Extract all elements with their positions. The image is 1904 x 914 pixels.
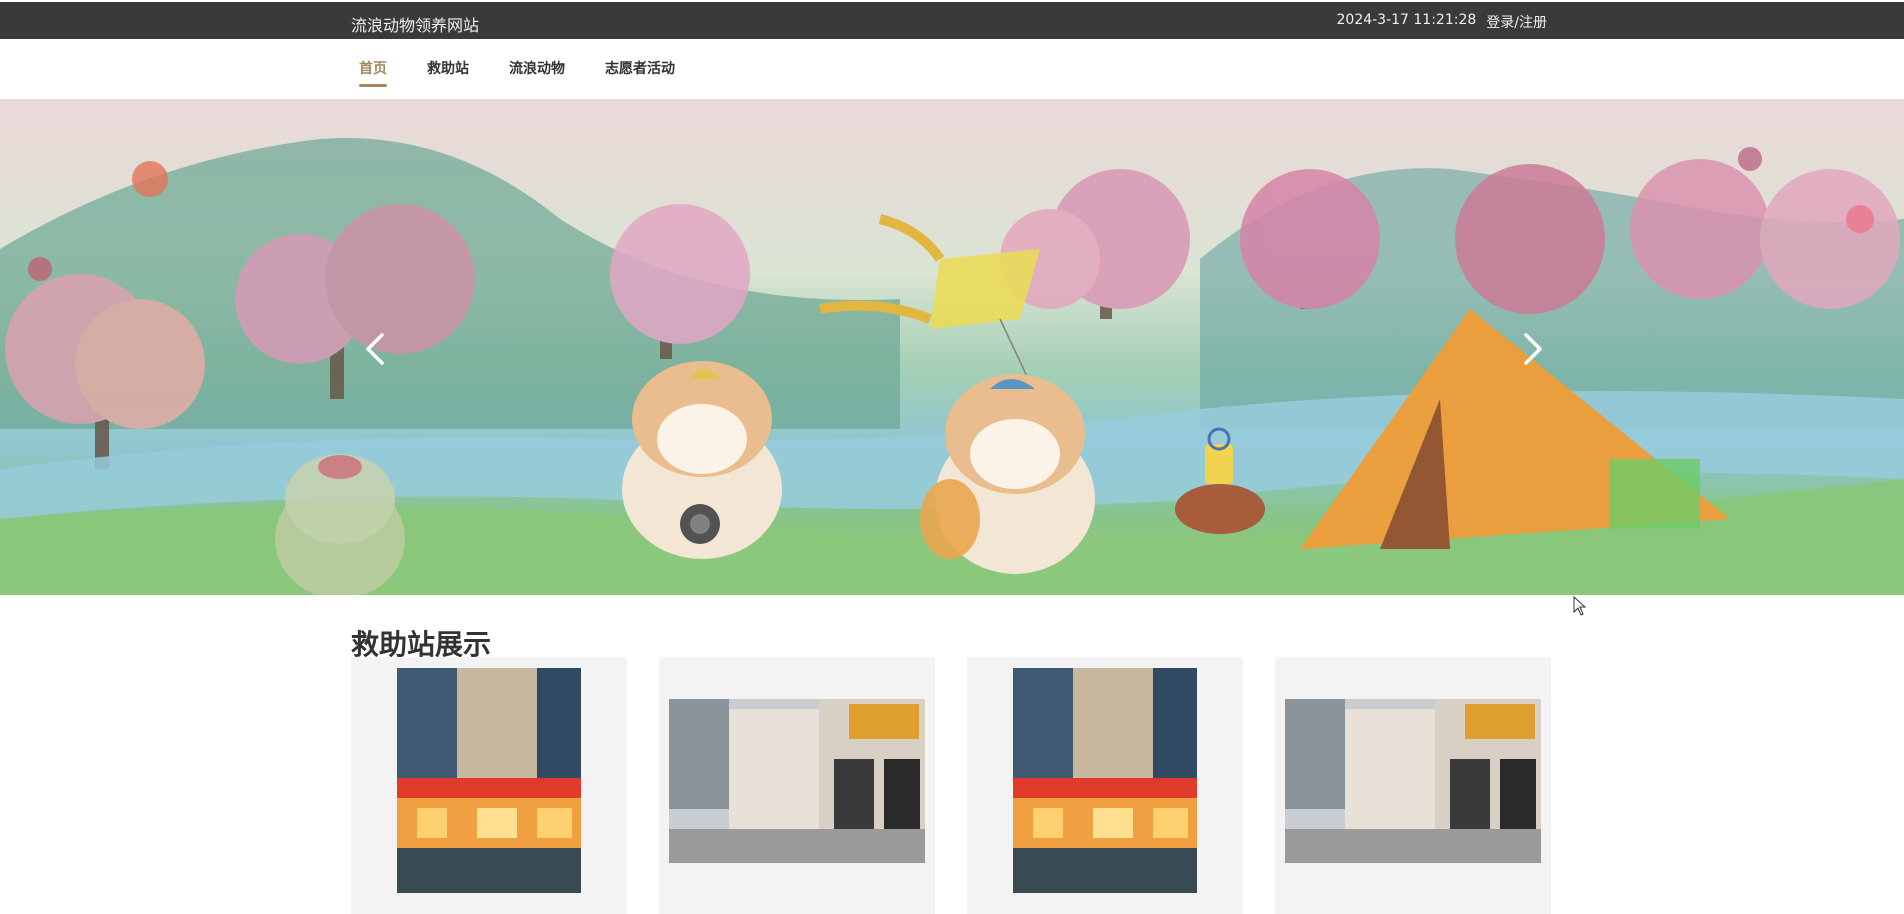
chevron-right-icon [1524,333,1542,365]
top-bar-right: 2024-3-17 11:21:28 登录/注册 [1337,12,1548,32]
page-root: 流浪动物领养网站 2024-3-17 11:21:28 登录/注册 首页 救助站… [0,0,1904,914]
nav-item-stray-animals[interactable]: 流浪动物 [509,58,565,88]
login-register-link[interactable]: 登录/注册 [1486,12,1547,32]
chevron-left-icon [366,333,384,365]
nav-items: 首页 救助站 流浪动物 志愿者活动 [359,58,675,88]
carousel-next-button[interactable] [1512,329,1552,369]
station-photo [1013,668,1197,893]
nav-item-home[interactable]: 首页 [359,58,387,88]
station-photo [669,699,925,863]
banner-illustration [0,99,1904,595]
datetime-text: 2024-3-17 11:21:28 [1336,12,1477,28]
station-card[interactable] [351,657,627,914]
station-card[interactable] [1275,657,1551,914]
station-photo [1285,699,1541,863]
banner-carousel[interactable] [0,99,1904,595]
station-photo [397,668,581,893]
station-card[interactable] [659,657,935,914]
nav-item-rescue-station[interactable]: 救助站 [427,58,469,88]
nav-item-volunteer-activities[interactable]: 志愿者活动 [605,58,675,88]
top-bar: 流浪动物领养网站 2024-3-17 11:21:28 登录/注册 [0,2,1904,39]
station-card[interactable] [967,657,1243,914]
main-nav: 首页 救助站 流浪动物 志愿者活动 [0,39,1904,100]
carousel-prev-button[interactable] [356,329,396,369]
mouse-cursor-icon [1573,596,1587,616]
station-cards [351,657,1551,914]
site-title[interactable]: 流浪动物领养网站 [351,12,479,36]
